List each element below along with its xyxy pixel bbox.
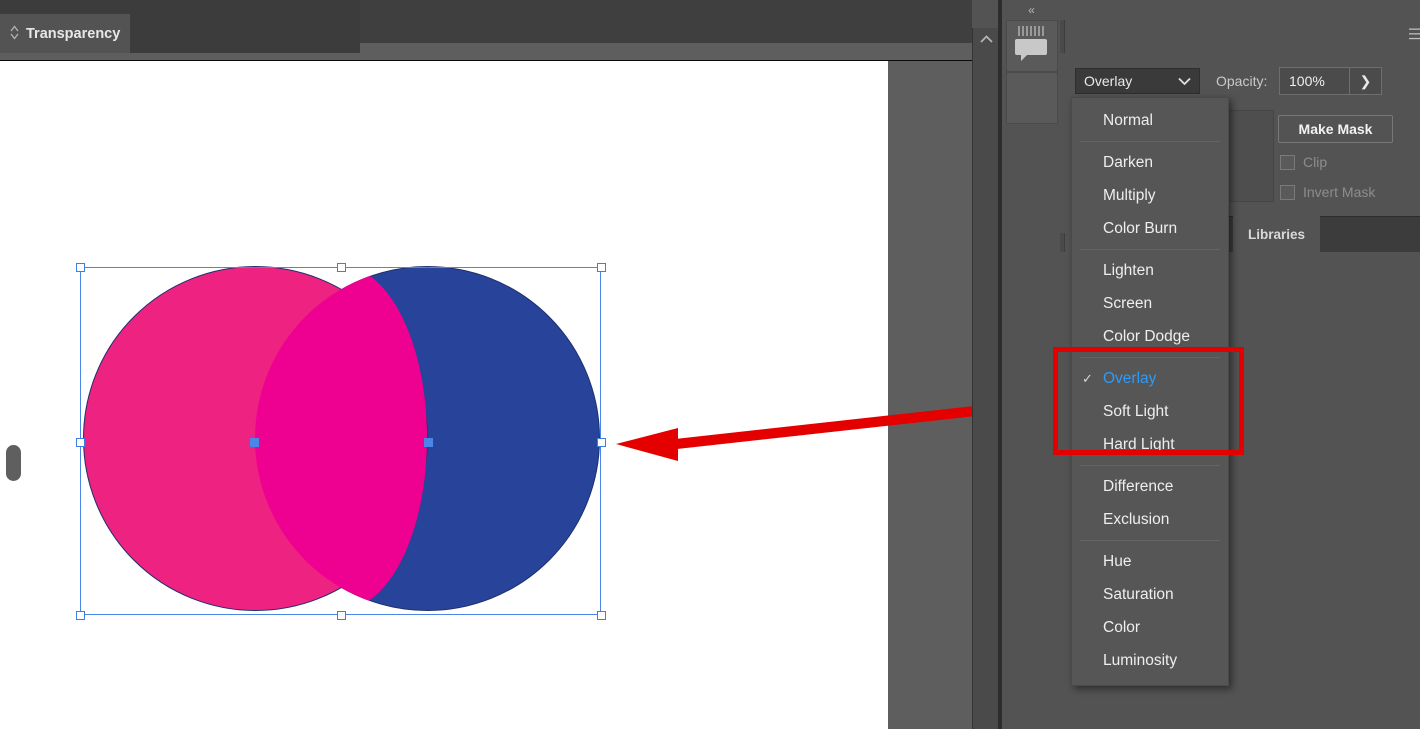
selection-handle-bc[interactable]	[337, 611, 346, 620]
clip-label: Clip	[1303, 154, 1328, 170]
scrollbar-thumb[interactable]	[6, 445, 21, 481]
menu-item-difference[interactable]: Difference	[1072, 470, 1228, 503]
invert-mask-checkbox[interactable]	[1280, 184, 1295, 200]
double-chevron-icon	[10, 24, 19, 43]
blend-mode-dropdown[interactable]: Normal Darken Multiply Color Burn Lighten Scr…	[1071, 97, 1229, 686]
comment-bubble-icon[interactable]	[1014, 38, 1048, 62]
menu-item-lighten[interactable]: Lighten	[1072, 254, 1228, 287]
opacity-stepper-icon[interactable]: ❯	[1350, 67, 1382, 95]
make-mask-button[interactable]: Make Mask	[1278, 115, 1393, 143]
menu-item-label: Normal	[1103, 111, 1153, 129]
menu-item-label: Darken	[1103, 153, 1153, 171]
selection-handle-tl[interactable]	[76, 263, 85, 272]
canvas-vertical-scrollbar[interactable]	[972, 28, 998, 729]
canvas-pasteboard	[888, 61, 972, 729]
menu-separator	[1080, 357, 1220, 358]
selection-handle-ml[interactable]	[76, 438, 85, 447]
selection-anchor-mid[interactable]	[424, 438, 433, 447]
menu-separator	[1080, 249, 1220, 250]
menu-separator	[1080, 465, 1220, 466]
menu-item-soft-light[interactable]: Soft Light	[1072, 395, 1228, 428]
menu-item-hard-light[interactable]: Hard Light	[1072, 428, 1228, 461]
menu-item-label: Exclusion	[1103, 510, 1170, 528]
illustrator-window: « Transparency Overlay Opacity: 100% ❯ M…	[0, 0, 1420, 729]
menu-item-label: Saturation	[1103, 585, 1174, 603]
menu-item-label: Soft Light	[1103, 402, 1169, 420]
invert-mask-label: Invert Mask	[1303, 184, 1376, 200]
menu-item-screen[interactable]: Screen	[1072, 287, 1228, 320]
menu-item-label: Hue	[1103, 552, 1132, 570]
hamburger-menu-icon[interactable]	[1409, 28, 1420, 40]
menu-item-label: Color Dodge	[1103, 327, 1191, 345]
invert-mask-checkbox-row[interactable]: Invert Mask	[1280, 184, 1375, 200]
scrollbar-track[interactable]	[977, 52, 995, 722]
blend-mode-value: Overlay	[1084, 73, 1133, 89]
menu-item-color[interactable]: Color	[1072, 611, 1228, 644]
menu-item-label: Luminosity	[1103, 651, 1178, 669]
menu-item-darken[interactable]: Darken	[1072, 146, 1228, 179]
collapse-panels-icon[interactable]: «	[1002, 0, 1060, 20]
menu-item-color-burn[interactable]: Color Burn	[1072, 212, 1228, 245]
selection-handle-tr[interactable]	[597, 263, 606, 272]
tab-transparency[interactable]: Transparency	[0, 14, 130, 53]
menu-separator	[1080, 540, 1220, 541]
opacity-label: Opacity:	[1216, 73, 1268, 89]
tab-libraries[interactable]: Libraries	[1233, 216, 1320, 252]
menu-item-normal[interactable]: Normal	[1072, 104, 1228, 137]
menu-item-label: Difference	[1103, 477, 1174, 495]
menu-item-luminosity[interactable]: Luminosity	[1072, 644, 1228, 677]
panel-grip-handle[interactable]	[1018, 26, 1046, 36]
menu-item-label: Overlay	[1103, 369, 1157, 387]
selection-bounding-box	[76, 263, 606, 620]
selection-handle-mr[interactable]	[597, 438, 606, 447]
clip-checkbox[interactable]	[1280, 154, 1295, 170]
selection-handle-br[interactable]	[597, 611, 606, 620]
rail-cell-empty[interactable]	[1006, 72, 1058, 124]
selection-anchor-center[interactable]	[250, 438, 259, 447]
menu-item-label: Color	[1103, 618, 1141, 636]
menu-item-hue[interactable]: Hue	[1072, 545, 1228, 578]
opacity-input[interactable]: 100%	[1279, 67, 1350, 95]
menu-separator	[1080, 141, 1220, 142]
menu-item-label: Multiply	[1103, 186, 1156, 204]
menu-item-color-dodge[interactable]: Color Dodge	[1072, 320, 1228, 353]
menu-item-exclusion[interactable]: Exclusion	[1072, 503, 1228, 536]
menu-item-label: Hard Light	[1103, 435, 1175, 453]
check-icon: ✓	[1082, 370, 1093, 386]
menu-item-saturation[interactable]: Saturation	[1072, 578, 1228, 611]
blend-mode-select[interactable]: Overlay	[1075, 68, 1200, 94]
menu-item-label: Lighten	[1103, 261, 1154, 279]
menu-item-overlay[interactable]: ✓ Overlay	[1072, 362, 1228, 395]
selection-handle-tc[interactable]	[337, 263, 346, 272]
chevron-down-icon	[1178, 77, 1191, 85]
menu-item-label: Color Burn	[1103, 219, 1178, 237]
menu-item-label: Screen	[1103, 294, 1153, 312]
clip-checkbox-row[interactable]: Clip	[1280, 154, 1327, 170]
tab-transparency-label: Transparency	[26, 25, 121, 42]
selection-handle-bl[interactable]	[76, 611, 85, 620]
menu-item-multiply[interactable]: Multiply	[1072, 179, 1228, 212]
scroll-up-arrow-icon[interactable]	[973, 28, 999, 50]
